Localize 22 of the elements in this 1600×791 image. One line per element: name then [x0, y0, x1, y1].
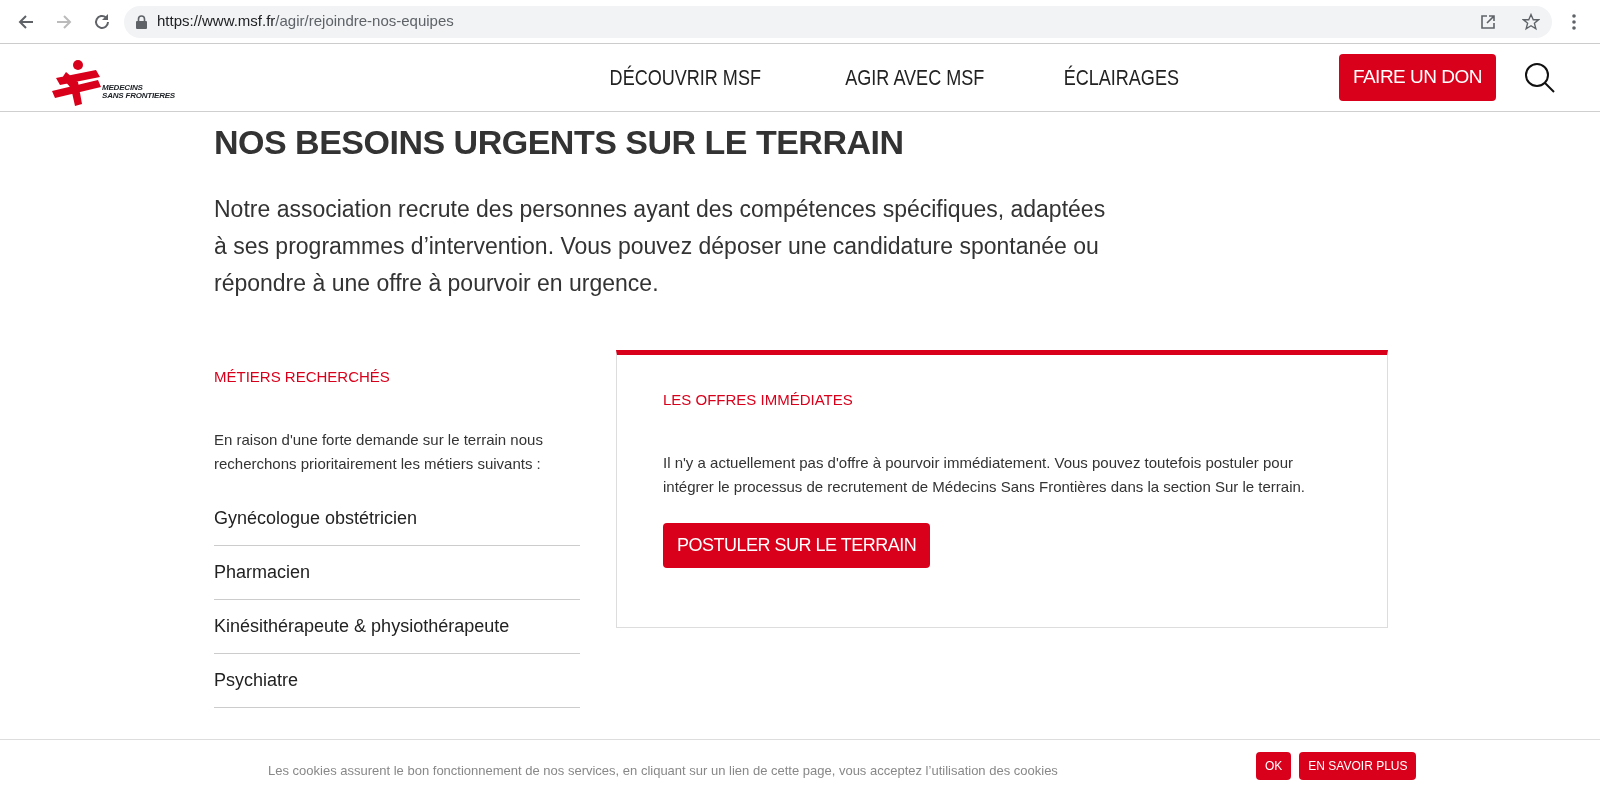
address-bar[interactable]: https://www.msf.fr/agir/rejoindre-nos-equipes [124, 5, 1552, 38]
job-item: Psychiatre [214, 654, 580, 709]
nav-link[interactable]: ÉCLAIRAGES [1063, 61, 1180, 94]
job-item: Kinésithérapeute & physiothérapeute [214, 600, 580, 655]
intro-paragraph: Notre association recrute des personnes ayant des compétences spécifiques, adaptées à ses programmes d’intervention. Vous pouvez déposer une candidature spontanée ou répondre à une offre à pourvoir en urgence. [214, 194, 1107, 298]
job-item: Gynécologue obstétricien [214, 492, 580, 547]
cookie-text: Les cookies assurent le bon fonctionnement de nos services, en cliquant sur un lien de cette page, vous acceptez l’utilisation des cookies [268, 761, 1059, 780]
section-title: LES OFFRES IMMÉDIATES [663, 389, 854, 410]
section-paragraph: En raison d'une forte demande sur le terrain nous recherchons prioritairement les métiers suivants : [214, 430, 544, 475]
nav-link[interactable]: DÉCOUVRIR MSF [609, 61, 762, 94]
section-paragraph: Il n'y a actuellement pas d'offre à pourvoir immédiatement. Vous pouvez toutefois postuler pour intégrer le processus de recrutement de Médecins Sans Frontières dans la section Sur le terrain. [663, 453, 1306, 498]
search-icon[interactable] [1524, 61, 1556, 94]
logo-text: MEDECINS SANS FRONTIERES [102, 83, 175, 100]
apply-button[interactable]: POSTULER SUR LE TERRAIN [663, 523, 931, 569]
donate-button[interactable]: FAIRE UN DON [1338, 54, 1496, 101]
nav-link[interactable]: AGIR AVEC MSF [844, 61, 984, 94]
page-heading: NOS BESOINS URGENTS SUR LE TERRAIN [214, 122, 905, 163]
cookie-button[interactable]: EN SAVOIR PLUS [1299, 751, 1417, 780]
section-title: MÉTIERS RECHERCHÉS [214, 366, 391, 387]
job-item: Pharmacien [214, 546, 580, 601]
lock-icon [136, 14, 147, 29]
cookie-button[interactable]: OK [1256, 751, 1292, 780]
